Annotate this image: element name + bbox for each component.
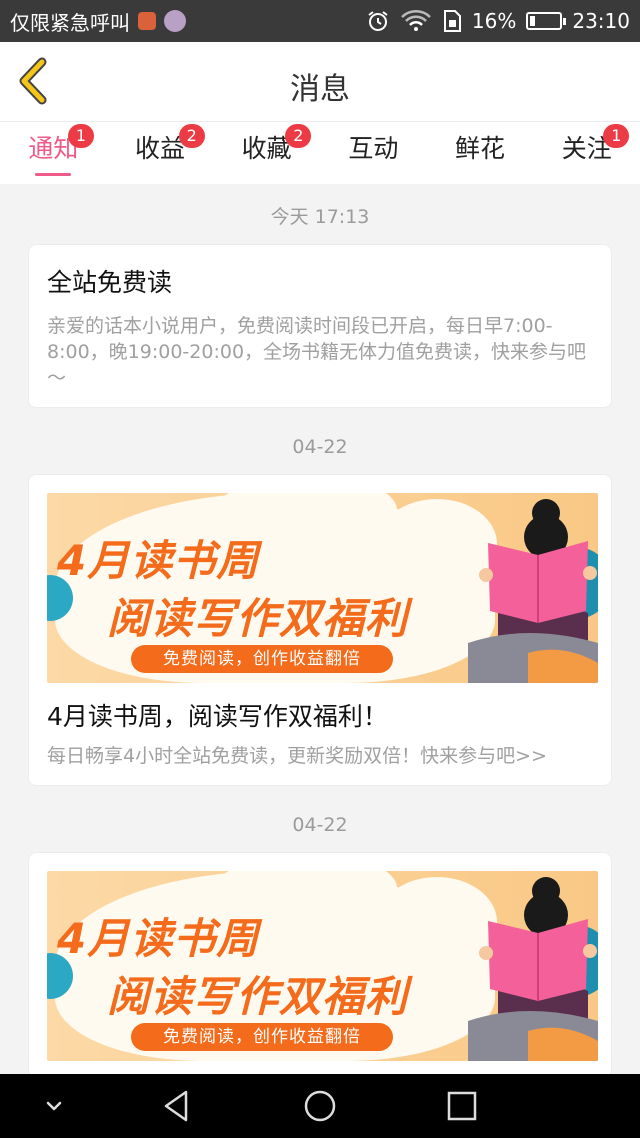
tab-interaction[interactable]: 互动 xyxy=(320,122,427,184)
message-date: 04-22 xyxy=(292,436,348,458)
banner-subheadline: 阅读写作双福利 xyxy=(107,972,409,1021)
page-title: 消息 xyxy=(290,72,350,107)
message-title: 4月读书周，阅读写作双福利！ xyxy=(47,702,388,731)
message-card[interactable]: 全站免费读 亲爱的话本小说用户，免费阅读时间段已开启，每日早7:00-8:00，… xyxy=(28,244,612,408)
clock: 23:10 xyxy=(572,9,630,33)
tab-label: 鲜花 xyxy=(455,134,506,163)
unread-badge: 2 xyxy=(178,124,205,148)
tab-label: 收益 xyxy=(135,134,186,163)
notification-avatar-icon xyxy=(164,10,186,32)
promo-banner[interactable]: 4月读书周 阅读写作双福利 免费阅读，创作收益翻倍 xyxy=(47,493,598,683)
tab-label: 收藏 xyxy=(241,134,292,163)
banner-headline: 4月读书周 xyxy=(57,914,260,963)
notification-app-icon xyxy=(138,12,156,30)
banner-pill: 免费阅读，创作收益翻倍 xyxy=(131,645,393,673)
battery-percent: 16% xyxy=(471,9,517,33)
message-title: 全站免费读 xyxy=(47,268,173,297)
message-list[interactable]: 今天 17:13 全站免费读 亲爱的话本小说用户，免费阅读时间段已开启，每日早7… xyxy=(0,184,640,1074)
tab-flowers[interactable]: 鲜花 xyxy=(427,122,534,184)
promo-banner[interactable]: 4月读书周 阅读写作双福利 免费阅读，创作收益翻倍 xyxy=(47,871,598,1061)
status-bar: 仅限紧急呼叫 16% 23:10 xyxy=(0,0,640,42)
banner-subheadline: 阅读写作双福利 xyxy=(107,594,409,643)
carrier-text: 仅限紧急呼叫 xyxy=(10,10,130,35)
message-card[interactable]: 4月读书周 阅读写作双福利 免费阅读，创作收益翻倍 xyxy=(28,852,612,1074)
app-header: 消息 xyxy=(0,42,640,122)
banner-pill: 免费阅读，创作收益翻倍 xyxy=(131,1023,393,1051)
unread-badge: 1 xyxy=(68,124,94,148)
banner-headline: 4月读书周 xyxy=(57,536,260,585)
message-body: 亲爱的话本小说用户，免费阅读时间段已开启，每日早7:00-8:00，晚19:00… xyxy=(47,315,587,389)
status-right: 16% 23:10 xyxy=(366,9,630,33)
message-date: 今天 17:13 xyxy=(270,206,370,228)
tab-favorites[interactable]: 收藏 2 xyxy=(213,122,320,184)
unread-badge: 2 xyxy=(285,124,312,148)
sim-icon xyxy=(443,10,461,32)
tab-earnings[interactable]: 收益 2 xyxy=(107,122,214,184)
battery-fill xyxy=(530,16,535,26)
message-body: 每日畅享4小时全站免费读，更新奖励双倍！快来参与吧>> xyxy=(47,745,547,767)
unread-badge: 1 xyxy=(603,124,630,148)
tab-bar: 通知 1 收益 2 收藏 2 互动 鲜花 关注 1 xyxy=(0,122,640,184)
circle-home-icon[interactable] xyxy=(302,1088,338,1124)
message-date: 04-22 xyxy=(292,814,348,836)
status-left: 仅限紧急呼叫 xyxy=(10,7,366,36)
square-recent-icon[interactable] xyxy=(444,1088,480,1124)
chevron-down-icon[interactable] xyxy=(36,1088,72,1124)
wifi-icon xyxy=(401,10,431,31)
reading-girl-illustration xyxy=(468,877,598,1061)
tab-follow[interactable]: 关注 1 xyxy=(533,122,640,184)
battery-icon xyxy=(526,12,567,30)
alarm-icon xyxy=(368,11,388,31)
reading-girl-illustration xyxy=(468,499,598,683)
message-card[interactable]: 4月读书周 阅读写作双福利 免费阅读，创作收益翻倍 4月读书周，阅读写作双福利！… xyxy=(28,474,612,786)
tab-notice[interactable]: 通知 1 xyxy=(0,122,107,184)
tab-label: 互动 xyxy=(348,134,399,163)
system-nav-bar xyxy=(0,1074,640,1138)
triangle-back-icon[interactable] xyxy=(160,1088,196,1124)
